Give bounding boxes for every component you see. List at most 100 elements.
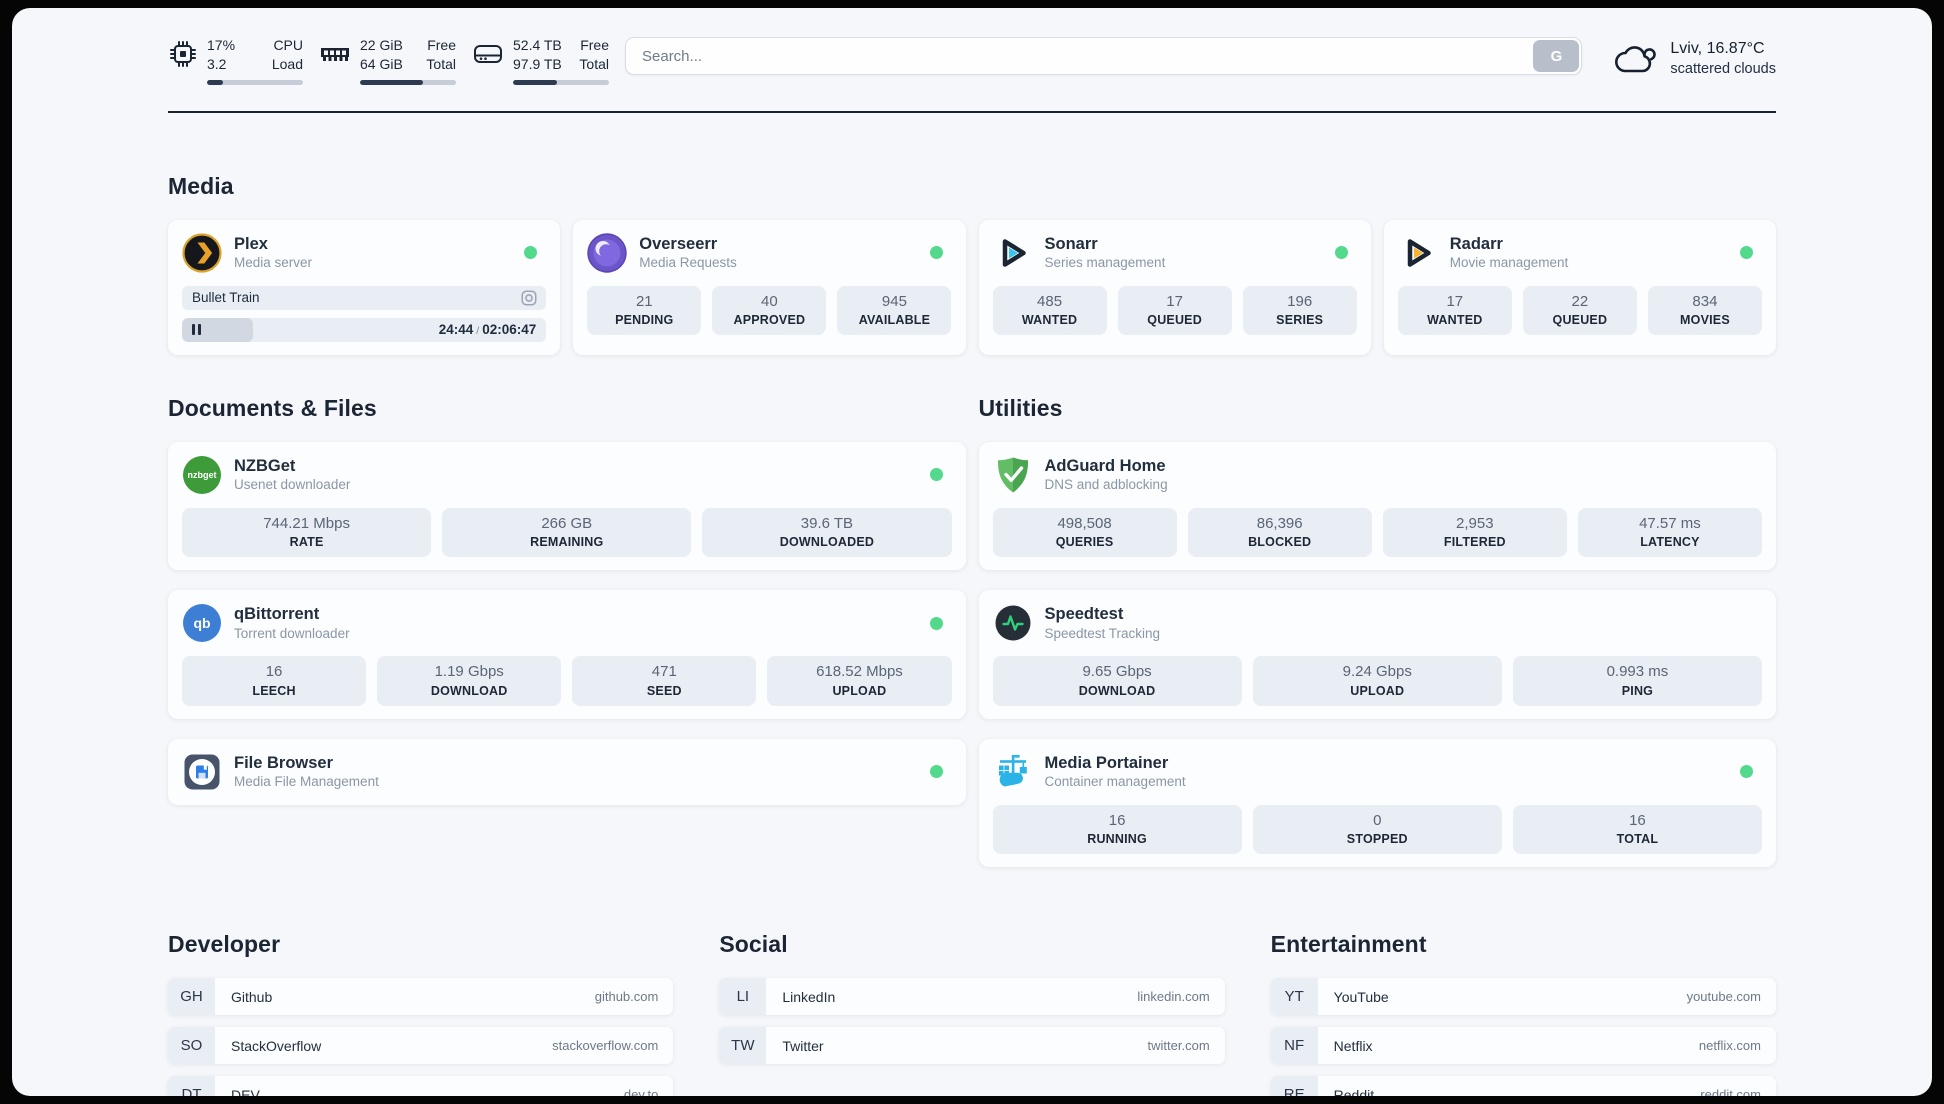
bookmark-dev[interactable]: DT DEV dev.to xyxy=(168,1076,674,1096)
service-titles: AdGuard Home DNS and adblocking xyxy=(1045,456,1168,494)
now-playing-title: Bullet Train xyxy=(192,290,260,306)
service-name: Media Portainer xyxy=(1044,753,1169,772)
plex-icon xyxy=(182,233,222,273)
card-header: Overseerr Media Requests xyxy=(587,233,951,273)
status-online-dot xyxy=(929,616,943,630)
bookmark-url: twitter.com xyxy=(1147,1038,1210,1054)
service-name: Radarr xyxy=(1449,234,1503,253)
stat-ping: 0.993 ms PING xyxy=(1512,656,1763,706)
bookmark-github[interactable]: GH Github github.com xyxy=(168,978,674,1016)
radarr-service-link[interactable]: Radarr Movie management xyxy=(1398,233,1568,273)
system-widget-progressbar xyxy=(207,79,303,85)
stat-approved: 40 APPROVED xyxy=(712,285,827,336)
service-description: Container management xyxy=(1044,774,1186,790)
stat-label: QUERIES xyxy=(1055,535,1114,550)
bookmark-url: stackoverflow.com xyxy=(552,1038,659,1054)
stat-wanted: 17 WANTED xyxy=(1397,285,1512,336)
service-name: Speedtest xyxy=(1044,605,1124,624)
bookmark-abbr: DT xyxy=(168,1076,215,1096)
stat-label: RUNNING xyxy=(1087,832,1147,847)
plex-card: Plex Media server Bullet Train 24:44/02:06:… xyxy=(168,219,561,355)
stat-value: 47.57 ms xyxy=(1639,514,1701,532)
stat-value: 498,508 xyxy=(1057,514,1112,532)
service-titles: Media Portainer Container management xyxy=(1045,753,1186,791)
overseerr-card: Overseerr Media Requests 21 PENDING 40 APPROV… xyxy=(573,219,966,355)
service-titles: Speedtest Speedtest Tracking xyxy=(1045,604,1161,642)
card-header: File Browser Media File Management xyxy=(182,752,952,792)
stat-label: AVAILABLE xyxy=(858,313,931,328)
bookmark-abbr: NF xyxy=(1270,1027,1318,1065)
filebrowser-icon xyxy=(182,752,222,792)
overseerr-service-link[interactable]: Overseerr Media Requests xyxy=(587,233,737,273)
system-widget-label: Free xyxy=(580,37,609,53)
section-documents-files: Documents & Files nzbget NZBGet Usenet dow… xyxy=(168,395,966,868)
disk-icon xyxy=(472,39,504,69)
adguard-card: AdGuard Home DNS and adblocking 498,508 QUE… xyxy=(978,441,1776,571)
system-widget-value: 17% xyxy=(207,37,236,53)
stat-value: 0.993 ms xyxy=(1606,663,1669,681)
stat-value: 17 xyxy=(1166,292,1183,310)
stats-row: 9.65 Gbps DOWNLOAD 9.24 Gbps UPLOAD 0.993 ms… xyxy=(992,656,1763,706)
memory-icon xyxy=(319,39,351,69)
bookmark-name: YouTube xyxy=(1333,988,1389,1005)
portainer-icon xyxy=(993,752,1033,792)
adguard-service-link[interactable]: AdGuard Home DNS and adblocking xyxy=(993,455,1168,495)
seek-bar[interactable]: 24:44/02:06:47 xyxy=(182,317,547,342)
system-widget-memory: 22 GiB Free 64 GiB Total xyxy=(319,36,456,85)
pause-button[interactable] xyxy=(182,318,201,342)
weather-location-temp: Lviv, 16.87°C xyxy=(1670,40,1765,57)
bookmark-reddit[interactable]: RE Reddit reddit.com xyxy=(1270,1076,1776,1096)
stat-value: 471 xyxy=(651,663,677,681)
stat-label: UPLOAD xyxy=(1350,683,1405,698)
speedtest-service-link[interactable]: Speedtest Speedtest Tracking xyxy=(993,603,1161,643)
stat-seed: 471 SEED xyxy=(572,656,757,706)
plex-service-link[interactable]: Plex Media server xyxy=(182,233,312,273)
system-widget-label: Free xyxy=(427,37,456,53)
stat-wanted: 485 WANTED xyxy=(992,285,1107,336)
bookmark-name: Github xyxy=(231,988,273,1005)
stats-row: 17 WANTED 22 QUEUED 834 MOVIES xyxy=(1397,285,1762,336)
stat-label: BLOCKED xyxy=(1248,535,1312,550)
dashboard-page: 17% CPU 3.2 Load 22 GiB Free 64 GiB Total 52.4 T… xyxy=(12,8,1932,1096)
stat-total: 16 TOTAL xyxy=(1512,804,1763,855)
card-header: Sonarr Series management xyxy=(993,233,1357,273)
stat-label: QUEUED xyxy=(1552,313,1608,328)
portainer-service-link[interactable]: Media Portainer Container management xyxy=(993,752,1186,792)
stat-value: 485 xyxy=(1037,292,1063,310)
stat-queued: 22 QUEUED xyxy=(1522,285,1637,336)
stat-label: TOTAL xyxy=(1616,832,1659,847)
nzbget-service-link[interactable]: nzbget NZBGet Usenet downloader xyxy=(182,455,350,495)
search-provider-button[interactable]: G xyxy=(1533,40,1580,72)
bookmark-group-developer: Developer GH Github github.com SO StackOverfl… xyxy=(168,931,674,1096)
bookmark-url: linkedin.com xyxy=(1137,989,1210,1005)
bookmark-twitter[interactable]: TW Twitter twitter.com xyxy=(719,1027,1225,1065)
bookmark-netflix[interactable]: NF Netflix netflix.com xyxy=(1270,1027,1776,1065)
sonarr-service-link[interactable]: Sonarr Series management xyxy=(993,233,1165,273)
portainer-card: Media Portainer Container management 16 RUN… xyxy=(978,738,1776,868)
cpu-icon xyxy=(168,39,198,69)
bookmark-list: GH Github github.com SO StackOverflow stackov… xyxy=(168,978,674,1096)
system-widget-value: 22 GiB xyxy=(360,37,403,53)
weather-text: Lviv, 16.87°C scattered clouds xyxy=(1670,38,1776,79)
documents-card-stack: nzbget NZBGet Usenet downloader 744.21 Mbps… xyxy=(168,441,966,805)
card-header: nzbget NZBGet Usenet downloader xyxy=(182,455,952,495)
bookmark-list: YT YouTube youtube.com NF Netflix netflix.com… xyxy=(1270,978,1776,1096)
qbittorrent-service-link[interactable]: qb qBittorrent Torrent downloader xyxy=(182,603,350,643)
speedtest-icon xyxy=(993,603,1033,643)
search-input[interactable] xyxy=(625,37,1583,75)
bookmark-abbr: RE xyxy=(1270,1076,1318,1096)
bookmark-youtube[interactable]: YT YouTube youtube.com xyxy=(1270,978,1776,1016)
time-separator: / xyxy=(476,325,480,338)
status-online-dot xyxy=(1740,765,1753,779)
bookmark-linkedin[interactable]: LI LinkedIn linkedin.com xyxy=(719,978,1225,1016)
stat-value: 16 xyxy=(1629,811,1646,829)
stat-value: 0 xyxy=(1373,811,1382,829)
filebrowser-service-link[interactable]: File Browser Media File Management xyxy=(182,752,379,792)
bookmark-stackoverflow[interactable]: SO StackOverflow stackoverflow.com xyxy=(168,1027,674,1065)
system-widget-row: 3.2 Load xyxy=(207,55,303,74)
stat-blocked: 86,396 BLOCKED xyxy=(1187,507,1372,558)
service-name: Overseerr xyxy=(639,234,718,253)
bookmark-name: StackOverflow xyxy=(231,1037,322,1054)
bookmark-url: github.com xyxy=(594,989,659,1005)
card-header: Plex Media server xyxy=(182,233,546,273)
